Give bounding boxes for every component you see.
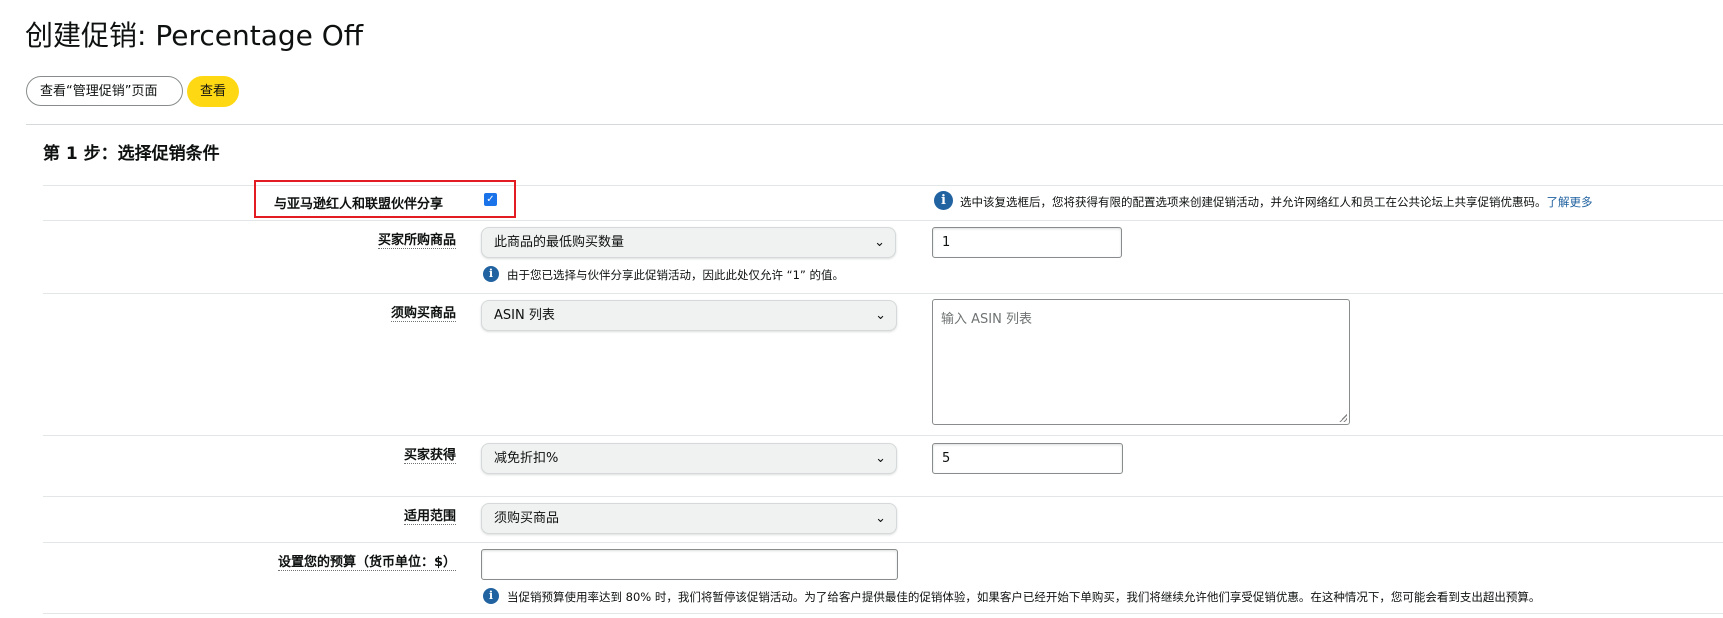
chevron-down-icon: ⌄	[874, 235, 885, 250]
applies-to-select-value: 须购买商品	[494, 511, 560, 526]
applies-to-select[interactable]: 须购买商品 ⌄	[481, 503, 897, 534]
row-divider	[43, 613, 1723, 614]
view-button[interactable]: 查看	[187, 76, 239, 107]
row-divider	[43, 496, 1723, 497]
discount-percent-input[interactable]: 5	[932, 443, 1123, 474]
purchased-items-label-text: 须购买商品	[390, 306, 456, 322]
buyer-purchases-note: 由于您已选择与伙伴分享此促销活动，因此此处仅允许 “1” 的值。	[507, 268, 845, 282]
buyer-gets-label-text: 买家获得	[403, 448, 456, 464]
buyer-gets-select[interactable]: 减免折扣% ⌄	[481, 443, 897, 474]
row-divider	[43, 293, 1723, 294]
purchased-items-select[interactable]: ASIN 列表 ⌄	[481, 300, 897, 331]
buyer-gets-select-value: 减免折扣%	[494, 451, 559, 466]
page-title: 创建促销: Percentage Off	[25, 19, 364, 52]
asin-list-placeholder: 输入 ASIN 列表	[941, 312, 1032, 327]
chevron-down-icon: ⌄	[875, 511, 886, 526]
buyer-purchases-label-text: 买家所购商品	[377, 233, 456, 249]
row-divider	[43, 435, 1723, 436]
min-quantity-input[interactable]: 1	[932, 227, 1122, 258]
buyer-purchases-select[interactable]: 此商品的最低购买数量 ⌄	[481, 227, 896, 258]
resize-grip-icon[interactable]	[1339, 414, 1347, 422]
chevron-down-icon: ⌄	[875, 451, 886, 466]
row-divider	[43, 220, 1723, 221]
share-info-text: 选中该复选框后，您将获得有限的配置选项来创建促销活动，并允许网络红人和员工在公共…	[960, 194, 1593, 210]
asin-list-textarea[interactable]: 输入 ASIN 列表	[932, 299, 1350, 425]
applies-to-label-text: 适用范围	[403, 509, 456, 525]
view-manage-promotions-button[interactable]: 查看“管理促销”页面	[26, 76, 183, 106]
purchased-items-select-value: ASIN 列表	[494, 308, 555, 323]
purchased-items-label: 须购买商品	[390, 302, 456, 322]
info-icon: i	[483, 266, 499, 282]
row-divider	[43, 542, 1723, 543]
step-title: 第 1 步：选择促销条件	[43, 144, 220, 164]
info-icon: i	[483, 588, 499, 604]
header-divider	[26, 124, 1723, 125]
info-icon: i	[934, 191, 953, 210]
budget-note: 当促销预算使用率达到 80% 时，我们将暂停该促销活动。为了给客户提供最佳的促销…	[507, 590, 1541, 604]
budget-input[interactable]	[481, 549, 898, 580]
buyer-purchases-select-value: 此商品的最低购买数量	[494, 235, 625, 250]
buyer-purchases-label: 买家所购商品	[377, 229, 456, 249]
share-label: 与亚马逊红人和联盟伙伴分享	[274, 197, 444, 212]
applies-to-label: 适用范围	[403, 505, 456, 525]
chevron-down-icon: ⌄	[875, 308, 886, 323]
checkbox-checked-icon: ✓	[486, 194, 495, 205]
share-info-body: 选中该复选框后，您将获得有限的配置选项来创建促销活动，并允许网络红人和员工在公共…	[960, 195, 1547, 209]
budget-label-text: 设置您的预算（货币单位：$）	[277, 555, 456, 571]
share-checkbox[interactable]: ✓	[484, 193, 497, 206]
budget-label: 设置您的预算（货币单位：$）	[277, 551, 456, 571]
buyer-gets-label: 买家获得	[403, 444, 456, 464]
learn-more-link[interactable]: 了解更多	[1547, 195, 1593, 209]
